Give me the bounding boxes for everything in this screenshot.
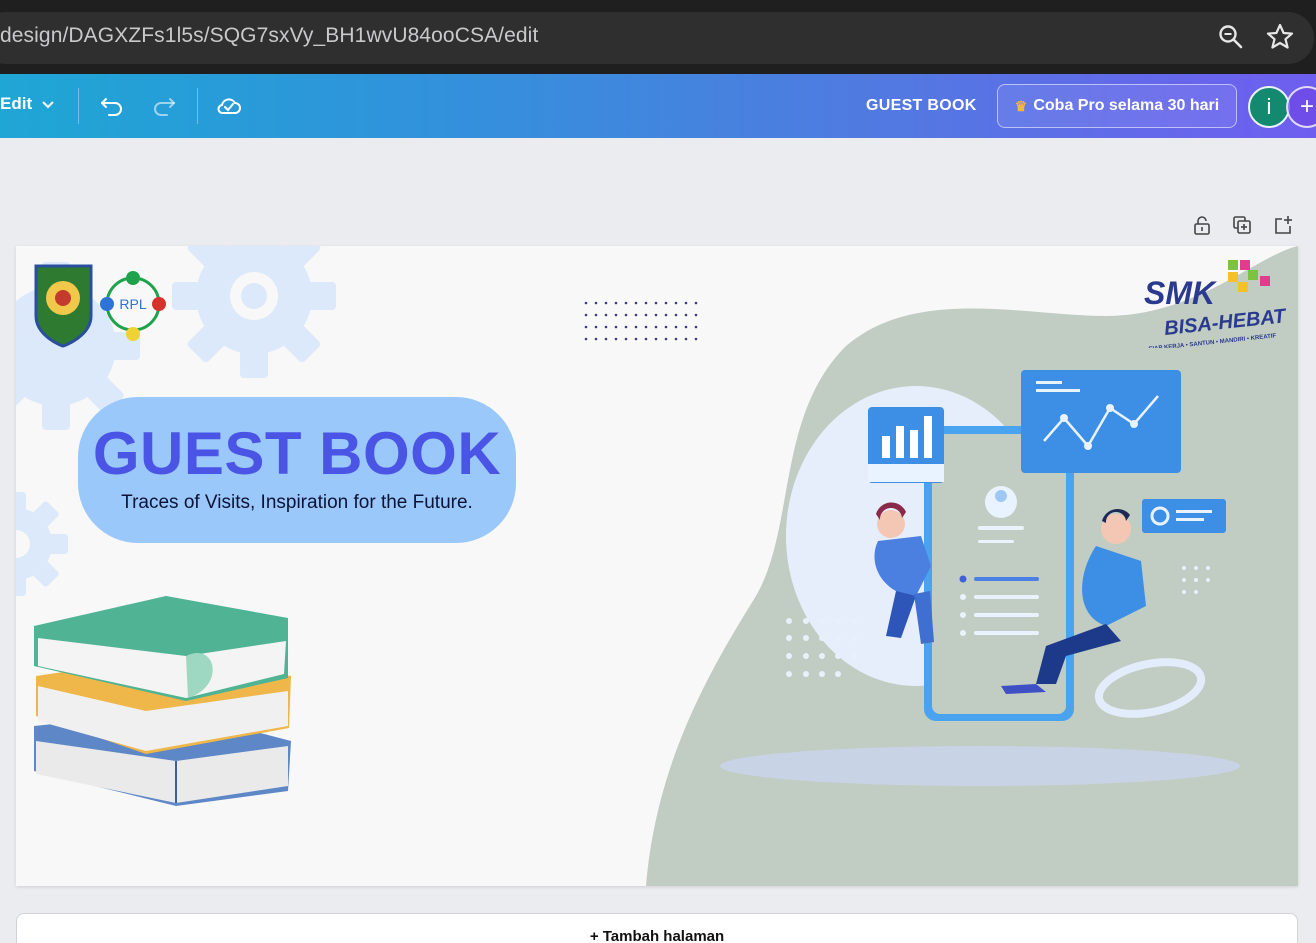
zoom-icon[interactable] [1216, 22, 1246, 52]
url-text[interactable]: design/DAGXZFs1l5s/SQG7sxVy_BH1wvU84ooCS… [0, 24, 538, 48]
page-subtitle: Traces of Visits, Inspiration for the Fu… [121, 492, 473, 513]
edit-menu-button[interactable]: Edit [0, 94, 56, 114]
avatar[interactable]: i [1248, 86, 1290, 128]
browser-chrome: design/DAGXZFs1l5s/SQG7sxVy_BH1wvU84ooCS… [0, 0, 1316, 74]
undo-icon[interactable] [98, 92, 126, 120]
try-pro-label: Coba Pro selama 30 hari [1033, 97, 1220, 114]
add-page-icon[interactable] [1272, 214, 1294, 236]
rpl-logo-text: RPL [119, 296, 146, 312]
page-artwork: RPL [16, 246, 1298, 886]
share-plus-button[interactable]: + [1286, 86, 1316, 128]
add-page-button[interactable]: + Tambah halaman [16, 913, 1298, 943]
edit-menu-label: Edit [0, 94, 33, 113]
toolbar-divider [197, 88, 198, 124]
dot-pattern [584, 301, 698, 341]
page-title: GUEST BOOK [92, 420, 502, 487]
design-title[interactable]: GUEST BOOK [866, 97, 977, 115]
editor-toolbar: Edit GUEST BOOK ♛ Coba Pro selama 30 har… [0, 74, 1316, 138]
smk-bisa-hebat-logo: SMK BISA-HEBAT SIAP KERJA • SANTUN • MAN… [1144, 260, 1288, 348]
school-emblem-logo [34, 264, 93, 348]
redo-icon[interactable] [150, 92, 178, 120]
floor-shadow [720, 746, 1240, 786]
toolbar-divider [78, 88, 79, 124]
try-pro-button[interactable]: ♛ Coba Pro selama 30 hari [997, 84, 1237, 128]
lock-icon[interactable] [1191, 214, 1213, 236]
chevron-down-icon [42, 101, 54, 109]
crown-icon: ♛ [1014, 97, 1028, 114]
smk-logo-word: SMK [1144, 275, 1218, 311]
cloud-save-icon[interactable] [215, 92, 243, 120]
add-page-label: + Tambah halaman [589, 928, 725, 943]
design-page[interactable]: RPL SMK BISA-HEBAT SIAP KERJA • SANTUN •… [16, 246, 1298, 886]
bookmark-star-icon[interactable] [1265, 22, 1295, 52]
books-illustration [34, 596, 291, 806]
title-banner[interactable]: GUEST BOOK Traces of Visits, Inspiration… [78, 397, 516, 543]
duplicate-icon[interactable] [1231, 214, 1253, 236]
